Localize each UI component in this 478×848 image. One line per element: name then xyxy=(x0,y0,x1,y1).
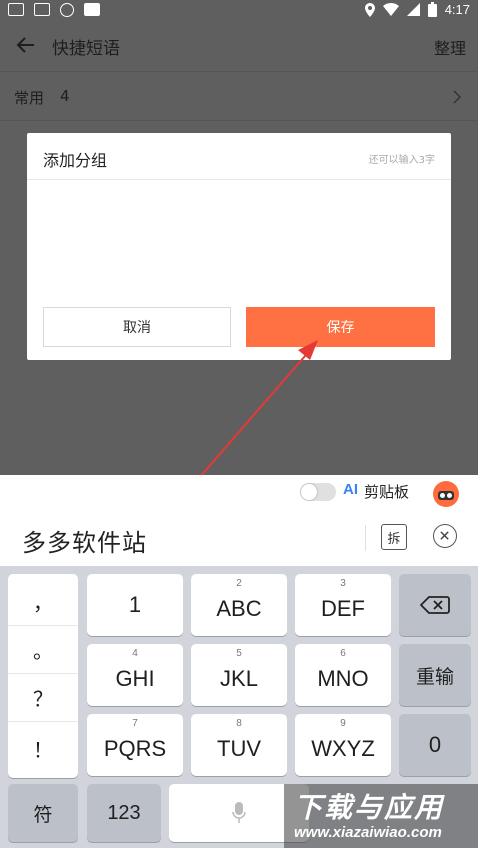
backspace-icon xyxy=(420,596,450,614)
clipboard-label[interactable]: 剪贴板 xyxy=(364,481,409,502)
app-bar: 快捷短语 整理 xyxy=(0,20,478,70)
group-name: 常用 xyxy=(14,89,45,107)
close-circle-icon[interactable] xyxy=(433,524,457,548)
dialog-divider xyxy=(27,179,451,180)
location-icon xyxy=(364,2,375,17)
mascot-left-eye xyxy=(440,493,445,498)
key-mno[interactable]: 6 MNO xyxy=(295,644,391,706)
punct-key-comma[interactable]: ， xyxy=(8,578,78,626)
status-bar: 4:17 xyxy=(0,0,478,20)
key-pqrs[interactable]: 7 PQRS xyxy=(87,714,183,776)
key-1[interactable]: 1 xyxy=(87,574,183,636)
notification-icons xyxy=(8,3,100,17)
punct-key-period[interactable]: 。 xyxy=(8,626,78,674)
symbol-key[interactable]: 符 xyxy=(8,784,78,842)
chevron-right-icon xyxy=(453,90,462,104)
punctuation-column: ， 。 ？ ！ xyxy=(8,574,78,778)
mascot-avatar[interactable] xyxy=(433,481,459,507)
punct-key-question[interactable]: ？ xyxy=(8,674,78,722)
composition-text[interactable]: 多多软件站 xyxy=(22,523,147,558)
candidate-bar: 多多软件站 拆 xyxy=(0,511,478,566)
candidate-divider xyxy=(365,525,366,551)
ai-clipboard-toggle[interactable] xyxy=(300,483,336,501)
backspace-key[interactable] xyxy=(399,574,471,636)
keyboard-toolbar: AI 剪贴板 xyxy=(0,475,478,511)
back-arrow-icon[interactable] xyxy=(14,34,36,56)
key-wxyz[interactable]: 9 WXYZ xyxy=(295,714,391,776)
punct-key-exclaim[interactable]: ！ xyxy=(8,724,78,772)
number-mode-key[interactable]: 123 xyxy=(87,784,161,842)
toggle-knob xyxy=(301,484,317,500)
text-notification-icon xyxy=(84,3,100,16)
reinput-key[interactable]: 重输 xyxy=(399,644,471,706)
signal-icon xyxy=(406,3,420,16)
cancel-button[interactable]: 取消 xyxy=(43,307,231,347)
key-ghi[interactable]: 4 GHI xyxy=(87,644,183,706)
battery-icon xyxy=(427,2,437,17)
char-limit-hint: 还可以输入3字 xyxy=(368,155,435,166)
dialog-title: 添加分组 xyxy=(43,151,108,170)
watermark-url: www.xiazaiwiao.com xyxy=(294,824,442,841)
keyboard-notification-icon xyxy=(34,3,50,16)
system-icons: 4:17 xyxy=(364,2,470,17)
mascot-right-eye xyxy=(447,493,452,498)
key-abc[interactable]: 2 ABC xyxy=(191,574,287,636)
page-title: 快捷短语 xyxy=(52,39,120,59)
app-notification-icon xyxy=(8,3,24,16)
group-name-input[interactable] xyxy=(43,189,435,309)
ai-label: AI xyxy=(343,481,358,498)
clock: 4:17 xyxy=(444,2,470,17)
microphone-icon xyxy=(232,802,246,823)
key-tuv[interactable]: 8 TUV xyxy=(191,714,287,776)
split-icon[interactable]: 拆 xyxy=(381,524,407,550)
wifi-icon xyxy=(382,3,399,16)
key-jkl[interactable]: 5 JKL xyxy=(191,644,287,706)
watermark-title: 下载与应用 xyxy=(294,791,445,824)
add-group-dialog: 添加分组 还可以输入3字 取消 保存 xyxy=(27,133,451,360)
settings-notification-icon xyxy=(60,3,74,17)
key-def[interactable]: 3 DEF xyxy=(295,574,391,636)
key-zero[interactable]: 0 xyxy=(399,714,471,776)
site-watermark: 下载与应用 www.xiazaiwiao.com xyxy=(284,784,478,848)
group-row-common[interactable]: 常用 4 xyxy=(0,71,478,121)
save-button[interactable]: 保存 xyxy=(246,307,435,347)
group-count: 4 xyxy=(60,87,70,105)
organize-button[interactable]: 整理 xyxy=(434,35,466,59)
